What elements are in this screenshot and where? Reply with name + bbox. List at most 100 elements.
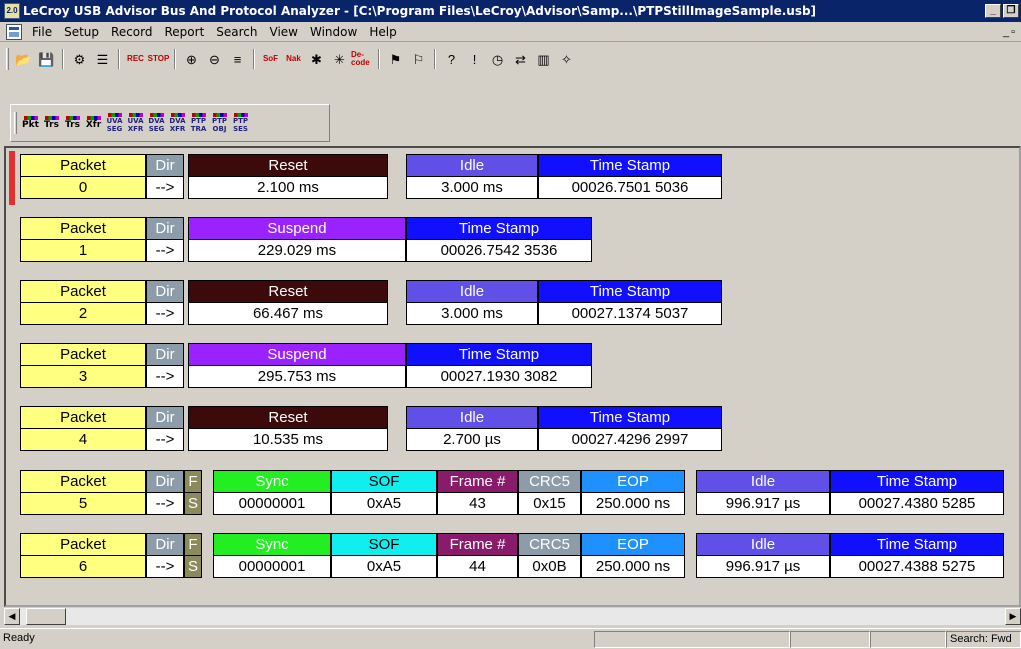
decode-icon[interactable]: De-code <box>351 48 374 70</box>
trigger-icon[interactable]: ⚙ <box>68 48 91 70</box>
idle-value: 996.917 µs <box>696 555 830 578</box>
sync-value: 00000001 <box>213 492 331 515</box>
mdi-minimize-icon[interactable]: _▫ <box>1003 26 1017 38</box>
packet-number: 1 <box>20 239 146 262</box>
view-button-label: Trs <box>44 120 59 130</box>
view-button-6[interactable]: DVA SEG <box>146 108 167 138</box>
stop-icon[interactable]: STOP <box>147 48 170 70</box>
zoom-in-icon[interactable]: ⊕ <box>180 48 203 70</box>
eop-value: 250.000 ns <box>581 492 685 515</box>
zoom-out-icon[interactable]: ⊖ <box>203 48 226 70</box>
time-stamp-header: Time Stamp <box>830 470 1004 493</box>
view-button-4[interactable]: UVA SEG <box>104 108 125 138</box>
idle-value: 2.700 µs <box>406 428 538 451</box>
view-button-label: PTP TRA <box>190 117 207 133</box>
speed-header: F <box>184 470 202 493</box>
idle-header: Idle <box>406 280 538 303</box>
view-button-label: Trs <box>65 120 80 130</box>
dir-header: Dir <box>146 280 184 303</box>
reset-header: Reset <box>188 406 388 429</box>
filter-glyph: ☰ <box>96 51 109 67</box>
statistics-icon[interactable]: ▥ <box>532 48 555 70</box>
frame-header: Frame # <box>437 533 518 556</box>
view-button-1[interactable]: Trs <box>41 108 62 138</box>
menu-window[interactable]: Window <box>304 25 363 39</box>
sof-header: SOF <box>331 533 437 556</box>
hide-nak-icon[interactable]: Nak <box>282 48 305 70</box>
view-button-9[interactable]: PTP OBJ <box>209 108 230 138</box>
open-glyph: 📂 <box>15 51 32 67</box>
status-ready: Ready <box>3 631 35 644</box>
view-button-5[interactable]: UVA XFR <box>125 108 146 138</box>
packet-number: 0 <box>20 176 146 199</box>
wrap-icon[interactable]: ≡ <box>226 48 249 70</box>
view-button-2[interactable]: Trs <box>62 108 83 138</box>
help-glyph: ? <box>447 51 456 67</box>
restore-button[interactable]: ❐ <box>1003 4 1019 18</box>
bus-utilization-icon[interactable]: ✧ <box>555 48 578 70</box>
document-icon[interactable] <box>6 23 22 40</box>
help-icon[interactable]: ? <box>440 48 463 70</box>
time-stamp-header: Time Stamp <box>538 154 722 177</box>
suspend-value: 229.029 ms <box>188 239 406 262</box>
eop-value: 250.000 ns <box>581 555 685 578</box>
suspend-header: Suspend <box>188 343 406 366</box>
idle-header: Idle <box>696 533 830 556</box>
dir-header: Dir <box>146 470 184 493</box>
packet-number: 2 <box>20 302 146 325</box>
timing-glyph: ◷ <box>491 51 504 67</box>
sync-header: Sync <box>213 470 331 493</box>
time-stamp-value: 00027.4296 2997 <box>538 428 722 451</box>
timing-icon[interactable]: ◷ <box>486 48 509 70</box>
save-icon[interactable]: 💾 <box>35 48 58 70</box>
wrap-glyph: ≡ <box>233 51 242 67</box>
scroll-thumb[interactable] <box>26 608 66 625</box>
view-button-10[interactable]: PTP SES <box>230 108 251 138</box>
packet-header: Packet <box>20 533 146 556</box>
toolbar-grip[interactable] <box>6 48 9 70</box>
view-toolbar-grip[interactable] <box>14 112 17 134</box>
menu-search[interactable]: Search <box>210 25 263 39</box>
hide-chirp-icon[interactable]: ✱ <box>305 48 328 70</box>
filter-icon[interactable]: ☰ <box>91 48 114 70</box>
view-button-7[interactable]: DVA XFR <box>167 108 188 138</box>
menu-report[interactable]: Report <box>159 25 211 39</box>
scroll-right-button[interactable]: ▶ <box>1005 608 1021 625</box>
menu-record[interactable]: Record <box>105 25 158 39</box>
status-search: Search: Fwd <box>946 630 1021 648</box>
menu-view[interactable]: View <box>264 25 304 39</box>
idle-header: Idle <box>406 406 538 429</box>
frame-value: 44 <box>437 555 518 578</box>
menu-file[interactable]: File <box>26 25 58 39</box>
view-button-8[interactable]: PTP TRA <box>188 108 209 138</box>
record-icon[interactable]: REC <box>124 48 147 70</box>
toolbar-separator <box>118 49 120 69</box>
sof-value: 0xA5 <box>331 555 437 578</box>
horizontal-scrollbar[interactable]: ◀ ▶ <box>4 608 1021 625</box>
clear-marker-icon[interactable]: ⚐ <box>407 48 430 70</box>
menu-help[interactable]: Help <box>363 25 402 39</box>
hide-sof-icon[interactable]: SoF <box>259 48 282 70</box>
marker-icon[interactable]: ⚑ <box>384 48 407 70</box>
view-button-label: DVA XFR <box>169 117 186 133</box>
menu-bar: File Setup Record Report Search View Win… <box>0 22 1021 42</box>
stop-glyph: STOP <box>147 54 170 63</box>
crc5-value: 0x15 <box>518 492 581 515</box>
toolbar-separator <box>434 49 436 69</box>
view-button-0[interactable]: Pkt <box>20 108 41 138</box>
sof-value: 0xA5 <box>331 492 437 515</box>
bandwidth-icon[interactable]: ⇄ <box>509 48 532 70</box>
error-icon[interactable]: ! <box>463 48 486 70</box>
trace-view[interactable]: Packet 0 Dir --> Reset 2.100 ms Idle 3.000 ms Ti… <box>4 146 1021 607</box>
open-icon[interactable]: 📂 <box>12 48 35 70</box>
trigger-glyph: ⚙ <box>73 51 86 67</box>
error-marker <box>9 151 15 205</box>
menu-setup[interactable]: Setup <box>58 25 105 39</box>
view-button-3[interactable]: Xfr <box>83 108 104 138</box>
scroll-left-button[interactable]: ◀ <box>4 608 20 625</box>
minimize-button[interactable]: _ <box>985 4 1001 18</box>
clear-marker-glyph: ⚐ <box>412 51 425 67</box>
bus-utilization-glyph: ✧ <box>561 51 572 67</box>
hide-noise-icon[interactable]: ✳ <box>328 48 351 70</box>
view-button-label: UVA SEG <box>106 117 123 133</box>
